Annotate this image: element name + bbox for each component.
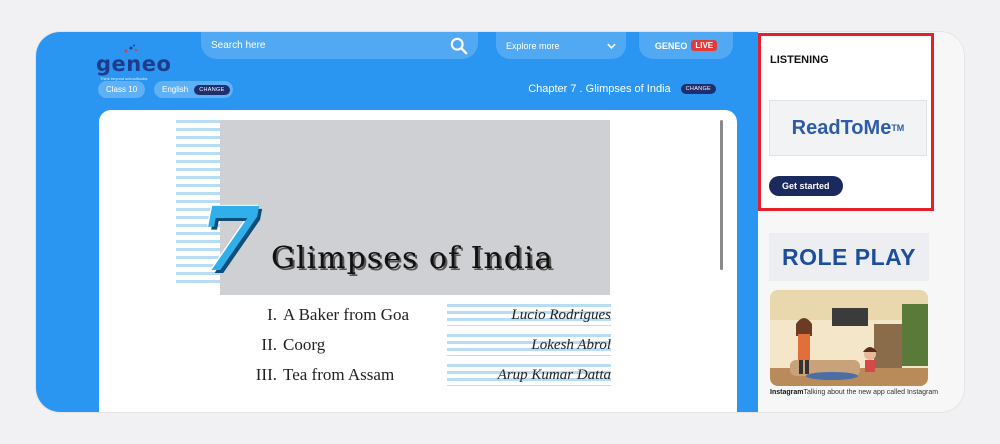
geneo-live-button[interactable]: GENEO LIVE — [639, 32, 733, 59]
toc-title: Tea from Assam — [283, 365, 395, 384]
language-label: English — [162, 85, 189, 94]
class-label: Class 10 — [106, 85, 138, 94]
chapter-label: Chapter 7 . Glimpses of India — [528, 83, 671, 95]
app-frame: geneo Think beyond schoolbooks Search he… — [36, 32, 964, 412]
language-change-button[interactable]: CHANGE — [194, 84, 230, 95]
toc-item: I. A Baker from Goa Lucio Rodrigues — [239, 300, 611, 330]
search-icon[interactable] — [450, 37, 468, 55]
video-description: Talking about the new app called Instagr… — [803, 389, 939, 396]
video-title: Instagram — [770, 389, 804, 396]
chapter-change-button[interactable]: CHANGE — [680, 84, 716, 94]
toc-author: Lokesh Abrol — [531, 336, 611, 353]
listening-card: LISTENING ReadToMe TM Get started — [758, 33, 934, 211]
content-scrollbar[interactable] — [720, 120, 723, 270]
right-sidebar: LISTENING ReadToMe TM Get started ROLE PL… — [758, 32, 964, 412]
readtome-label: ReadToMe — [791, 116, 892, 139]
explore-dropdown[interactable]: Explore more — [496, 32, 626, 59]
chapter-number: 7 — [199, 187, 261, 291]
logo-wordmark: geneo — [96, 52, 172, 76]
readtome-logo[interactable]: ReadToMe TM — [769, 100, 927, 156]
listening-title: LISTENING — [770, 54, 829, 66]
chapter-title: Glimpses of India — [271, 241, 554, 276]
toc-item: II. Coorg Lokesh Abrol — [239, 330, 611, 360]
live-brand: GENEO — [654, 40, 688, 51]
language-selector[interactable]: English CHANGE — [154, 81, 233, 98]
roleplay-video-thumbnail[interactable] — [770, 290, 928, 386]
main-panel: geneo Think beyond schoolbooks Search he… — [36, 32, 758, 412]
toc-number: I. — [267, 305, 277, 324]
chapter-header: Chapter 7 . Glimpses of India CHANGE — [528, 83, 716, 95]
toc-item: III. Tea from Assam Arup Kumar Datta — [239, 360, 611, 390]
geneo-logo[interactable]: geneo Think beyond schoolbooks — [96, 44, 171, 81]
book-page: 7 Glimpses of India I. A Baker from Goa … — [99, 110, 737, 412]
roleplay-banner[interactable]: ROLE PLAY — [769, 233, 929, 281]
search-input[interactable]: Search here — [211, 40, 450, 51]
class-selector[interactable]: Class 10 — [98, 81, 146, 98]
roleplay-video-caption[interactable]: InstagramTalking about the new app calle… — [770, 389, 940, 398]
table-of-contents: I. A Baker from Goa Lucio Rodrigues II. … — [239, 300, 611, 390]
readtome-tm: TM — [891, 123, 905, 133]
toc-author: Lucio Rodrigues — [511, 306, 611, 323]
search-bar[interactable]: Search here — [201, 32, 478, 59]
toc-number: II. — [261, 335, 277, 354]
chevron-down-icon — [607, 43, 616, 49]
toc-author: Arup Kumar Datta — [497, 366, 611, 383]
get-started-button[interactable]: Get started — [769, 176, 843, 196]
live-badge: LIVE — [691, 40, 718, 51]
toc-number: III. — [255, 365, 277, 384]
toc-title: Coorg — [283, 335, 326, 354]
explore-label: Explore more — [506, 40, 560, 51]
toc-title: A Baker from Goa — [283, 305, 410, 324]
